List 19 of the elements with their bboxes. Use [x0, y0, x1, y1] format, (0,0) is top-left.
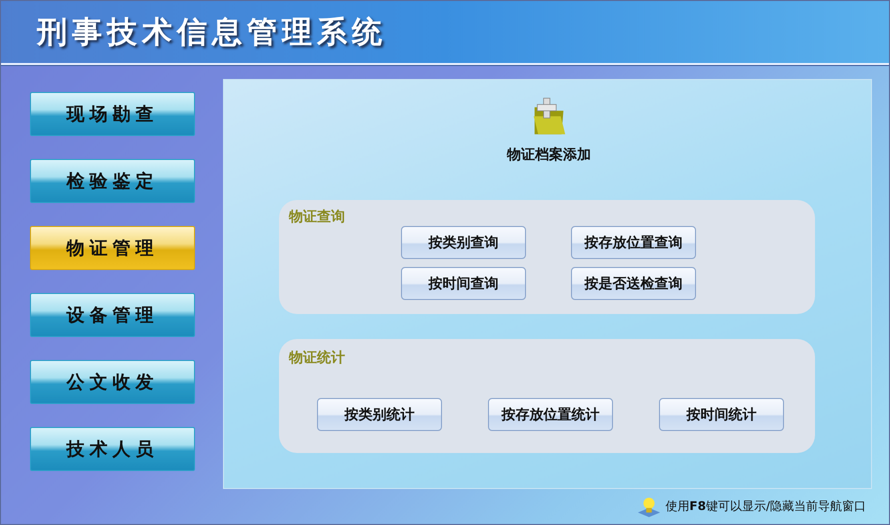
nav-button[interactable]: 技术人员: [30, 427, 195, 471]
action-button[interactable]: 按存放位置查询: [571, 226, 696, 259]
action-button[interactable]: 按时间查询: [401, 267, 526, 300]
action-button[interactable]: 按时间统计: [659, 398, 784, 431]
lightbulb-icon: [637, 496, 662, 518]
action-button[interactable]: 按是否送检查询: [571, 267, 696, 300]
nav-button[interactable]: 物证管理: [30, 226, 195, 270]
action-button[interactable]: 按类别查询: [401, 226, 526, 259]
group-title: 物证统计: [289, 349, 346, 367]
action-button[interactable]: 按存放位置统计: [488, 398, 613, 431]
group-title: 物证查询: [289, 208, 346, 226]
hint-text: 使用F8键可以显示/隐藏当前导航窗口: [665, 498, 866, 515]
nav-button[interactable]: 现场勘查: [30, 92, 195, 136]
add-evidence-link[interactable]: 物证档案添加: [507, 146, 591, 164]
nav-button[interactable]: 公文收发: [30, 360, 195, 404]
window-title: 刑事技术信息管理系统: [37, 14, 387, 52]
action-button[interactable]: 按类别统计: [317, 398, 442, 431]
nav-button[interactable]: 检验鉴定: [30, 159, 195, 203]
nav-button[interactable]: 设备管理: [30, 293, 195, 337]
